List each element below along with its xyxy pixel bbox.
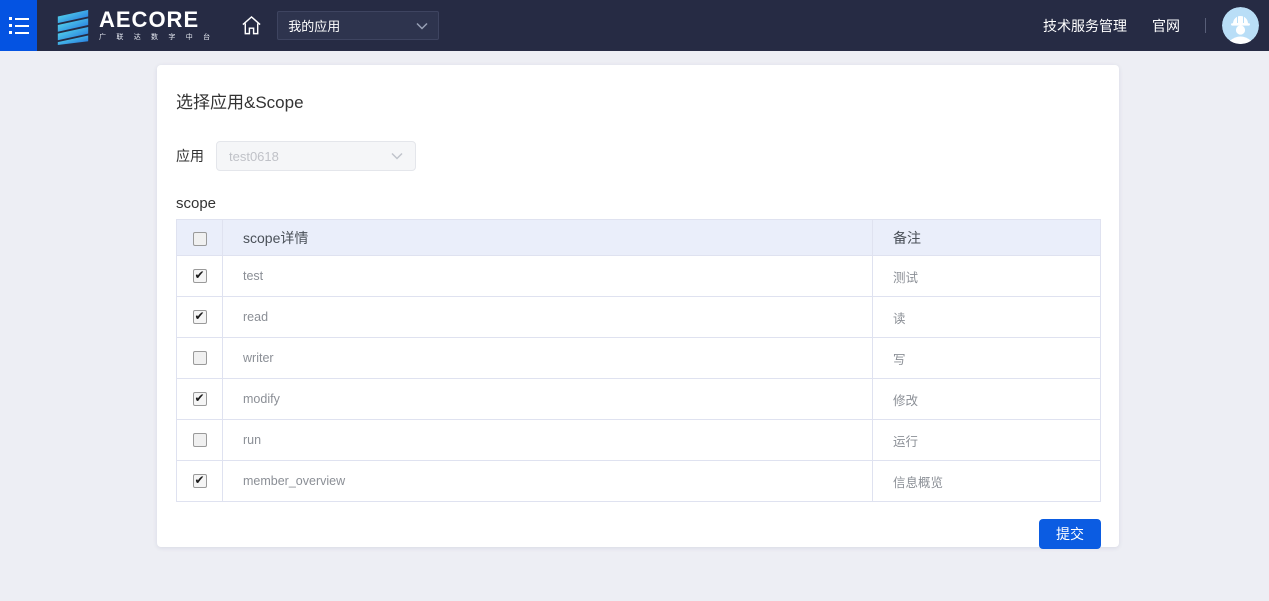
- scope-table: scope详情 备注 test 测试 read 读 writer: [176, 219, 1101, 502]
- scope-remark: 信息概览: [873, 461, 1101, 502]
- table-row: modify 修改: [177, 379, 1101, 420]
- scope-name: read: [223, 297, 873, 338]
- my-apps-dropdown-value: 我的应用: [288, 16, 340, 35]
- scope-name: member_overview: [223, 461, 873, 502]
- submit-button[interactable]: 提交: [1039, 519, 1101, 549]
- app-select[interactable]: test0618: [216, 141, 416, 171]
- column-header-remark: 备注: [873, 220, 1101, 256]
- home-icon: [240, 15, 263, 36]
- scope-name: writer: [223, 338, 873, 379]
- scope-remark: 运行: [873, 420, 1101, 461]
- brand-name: AECORE: [99, 9, 214, 30]
- app-field-label: 应用: [176, 146, 216, 166]
- row-checkbox[interactable]: [193, 351, 207, 365]
- list-icon: [9, 17, 29, 34]
- table-header-row: scope详情 备注: [177, 220, 1101, 256]
- navbar-right: 技术服务管理 官网: [1043, 7, 1269, 44]
- scope-remark: 读: [873, 297, 1101, 338]
- app-field-row: 应用 test0618: [176, 141, 1100, 171]
- aecore-logo-icon: [54, 7, 92, 45]
- top-navbar: AECORE 广 联 达 数 字 中 台 我的应用 技术服务管理 官网: [0, 0, 1269, 51]
- menu-toggle-button[interactable]: [0, 0, 37, 51]
- chevron-down-icon: [391, 152, 403, 160]
- brand-subtitle: 广 联 达 数 字 中 台: [99, 32, 214, 42]
- scope-selection-card: 选择应用&Scope 应用 test0618 scope scope详情 备注: [157, 65, 1119, 547]
- table-row: member_overview 信息概览: [177, 461, 1101, 502]
- row-checkbox[interactable]: [193, 269, 207, 283]
- scope-remark: 测试: [873, 256, 1101, 297]
- table-row: read 读: [177, 297, 1101, 338]
- nav-link-official-site[interactable]: 官网: [1152, 16, 1180, 36]
- chevron-down-icon: [416, 22, 428, 30]
- submit-row: 提交: [176, 519, 1101, 549]
- row-checkbox[interactable]: [193, 310, 207, 324]
- user-avatar[interactable]: [1222, 7, 1259, 44]
- nav-divider: [1205, 18, 1206, 33]
- table-row: run 运行: [177, 420, 1101, 461]
- row-checkbox[interactable]: [193, 392, 207, 406]
- select-all-checkbox[interactable]: [193, 232, 207, 246]
- app-select-value: test0618: [229, 149, 279, 164]
- aecore-logo[interactable]: AECORE 广 联 达 数 字 中 台: [54, 7, 214, 45]
- main-content: 选择应用&Scope 应用 test0618 scope scope详情 备注: [0, 65, 1269, 547]
- scope-name: test: [223, 256, 873, 297]
- table-row: writer 写: [177, 338, 1101, 379]
- worker-avatar-icon: [1222, 7, 1259, 44]
- row-checkbox[interactable]: [193, 433, 207, 447]
- table-row: test 测试: [177, 256, 1101, 297]
- scope-name: modify: [223, 379, 873, 420]
- scope-remark: 写: [873, 338, 1101, 379]
- page-title: 选择应用&Scope: [176, 88, 1100, 113]
- scope-name: run: [223, 420, 873, 461]
- row-checkbox[interactable]: [193, 474, 207, 488]
- scope-remark: 修改: [873, 379, 1101, 420]
- my-apps-dropdown[interactable]: 我的应用: [277, 11, 439, 40]
- home-button[interactable]: [240, 15, 263, 36]
- scope-section-label: scope: [176, 195, 1100, 212]
- nav-link-tech-service[interactable]: 技术服务管理: [1043, 16, 1127, 36]
- column-header-scope-detail: scope详情: [223, 220, 873, 256]
